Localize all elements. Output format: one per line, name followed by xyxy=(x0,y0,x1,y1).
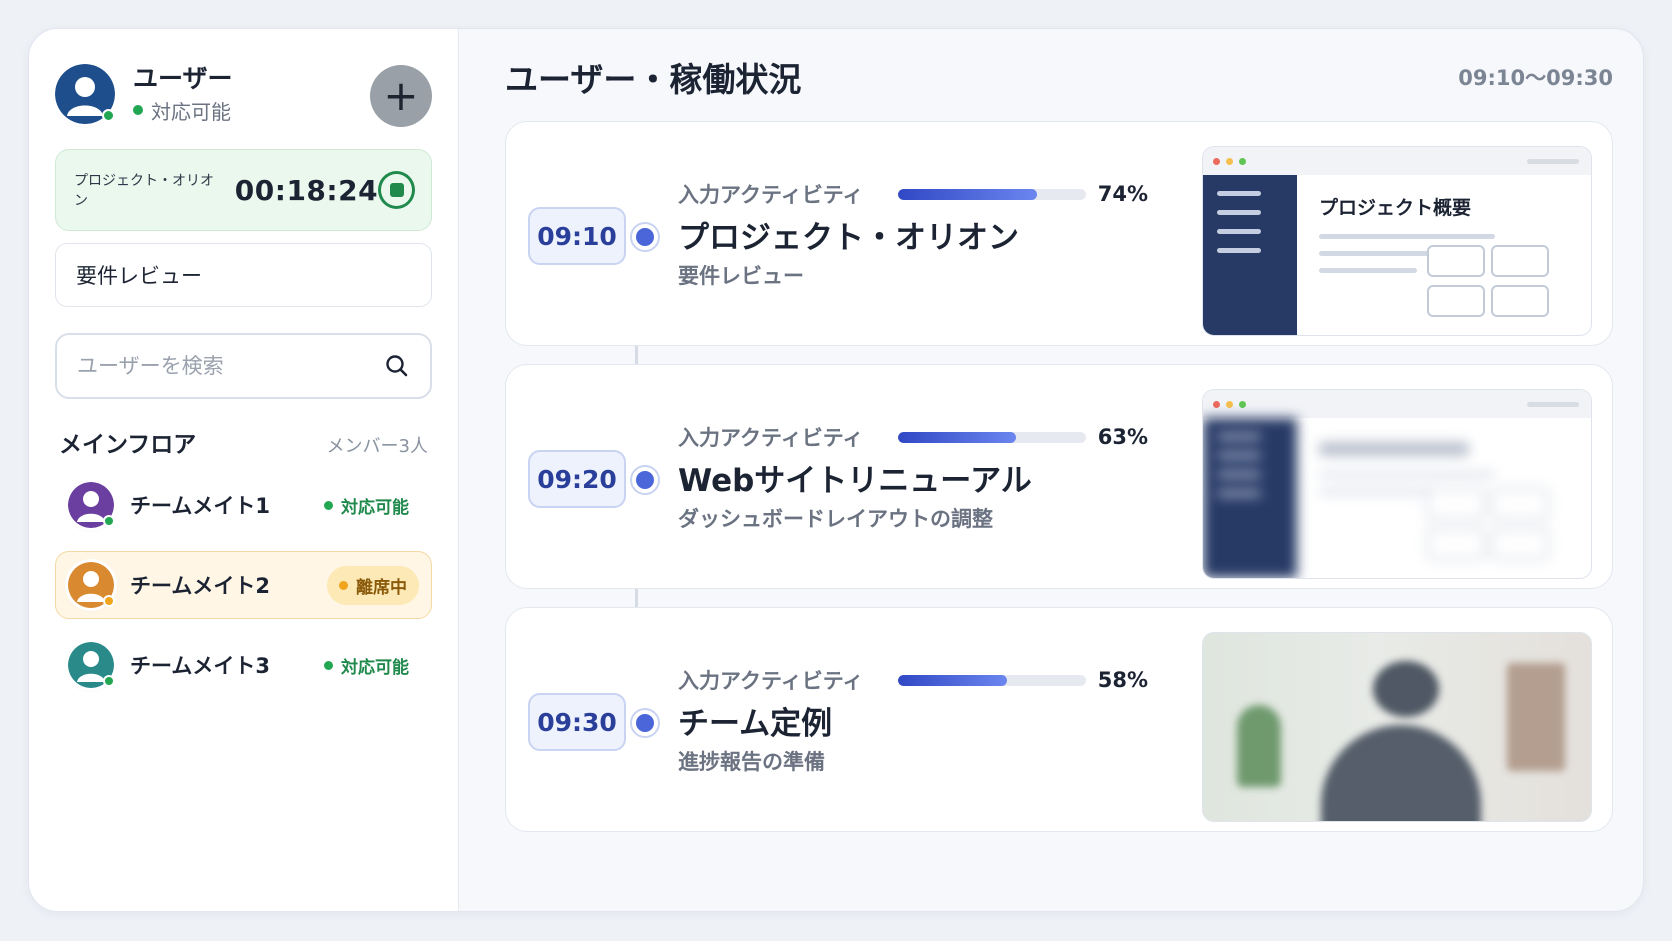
member-status: 対応可能 xyxy=(324,493,409,518)
search-icon[interactable] xyxy=(384,353,410,379)
floor-title: メインフロア xyxy=(59,432,197,458)
member-status: 離席中 xyxy=(327,565,419,605)
thumb-window-bar xyxy=(1203,147,1591,175)
entry-time: 09:20 xyxy=(528,450,626,508)
activity-percent: 58% xyxy=(1097,668,1148,692)
thumb-title: プロジェクト概要 xyxy=(1319,197,1472,219)
entry-details: 入力アクティビティ 63% Webサイトリニューアル ダッシュボードレイアウトの… xyxy=(678,423,1148,533)
timeline-node xyxy=(630,222,660,252)
timer-project: プロジェクト・オリオン xyxy=(74,173,214,209)
member-count: メンバー3人 xyxy=(326,436,428,457)
photo-plant xyxy=(1237,705,1281,787)
presence-dot xyxy=(103,515,115,527)
timer-elapsed: 00:18:24 xyxy=(234,173,379,207)
sidebar: ユーザー 対応可能 + プロジェクト・オリオン 00:18:24 要件レビュー xyxy=(29,29,459,911)
activity-bar-fill xyxy=(897,431,1017,443)
timeline-node xyxy=(630,708,660,738)
stop-icon xyxy=(389,183,404,197)
task-field[interactable]: 要件レビュー xyxy=(55,243,432,307)
timeline-connector xyxy=(635,346,638,366)
member-item[interactable]: チームメイト3 対応可能 xyxy=(55,631,432,699)
presence-dot xyxy=(102,109,115,122)
activity-row: 入力アクティビティ 58% xyxy=(678,666,1148,694)
entry-title: プロジェクト・オリオン xyxy=(678,220,1019,256)
status-dot xyxy=(324,660,333,670)
running-timer: プロジェクト・オリオン 00:18:24 xyxy=(55,149,432,231)
screenshot-thumbnail[interactable]: プロジェクト概要 xyxy=(1202,146,1592,336)
activity-percent: 63% xyxy=(1097,425,1148,449)
entry-time: 09:10 xyxy=(528,207,626,265)
profile-text: ユーザー 対応可能 xyxy=(133,64,233,125)
activity-label: 入力アクティビティ xyxy=(678,669,864,693)
activity-label: 入力アクティビティ xyxy=(678,426,864,450)
activity-bar xyxy=(897,431,1086,443)
activity-bar xyxy=(897,188,1086,200)
entry-title: チーム定例 xyxy=(678,706,833,742)
activity-bar-fill xyxy=(897,188,1037,200)
entry-details: 入力アクティビティ 58% チーム定例 進捗報告の準備 xyxy=(678,666,1148,776)
timeline-card[interactable]: 09:30 入力アクティビティ 58% チーム定例 進捗報告の準備 xyxy=(505,607,1613,832)
presence-dot xyxy=(103,675,115,687)
member-status: 対応可能 xyxy=(324,653,409,678)
activity-row: 入力アクティビティ 63% xyxy=(678,423,1148,451)
activity-bar xyxy=(897,674,1086,686)
user-search xyxy=(55,333,432,399)
user-avatar[interactable] xyxy=(55,64,115,124)
search-input[interactable] xyxy=(77,354,384,378)
status-dot xyxy=(339,580,348,590)
thumb-content: プロジェクト概要 xyxy=(1297,175,1591,335)
member-item[interactable]: チームメイト1 対応可能 xyxy=(55,471,432,539)
status-dot xyxy=(324,500,333,510)
status-dot xyxy=(133,105,143,115)
entry-title: Webサイトリニューアル xyxy=(678,463,1032,499)
main-header: ユーザー・稼働状況 09:10〜09:30 xyxy=(505,57,1613,99)
presence-dot xyxy=(103,595,115,607)
main-panel: ユーザー・稼働状況 09:10〜09:30 09:10 入力アクティビティ 74… xyxy=(459,29,1643,911)
activity-label: 入力アクティビティ xyxy=(678,183,864,207)
timeline-dot xyxy=(636,714,654,732)
thumb-blurred-content xyxy=(1203,418,1591,578)
camera-thumbnail-blurred[interactable] xyxy=(1202,632,1592,822)
app-window: ユーザー 対応可能 + プロジェクト・オリオン 00:18:24 要件レビュー xyxy=(28,28,1644,912)
timeline-connector xyxy=(635,589,638,609)
timeline-node xyxy=(630,465,660,495)
member-status-label: 離席中 xyxy=(356,577,407,598)
time-range: 09:10〜09:30 xyxy=(1458,66,1613,90)
member-status-label: 対応可能 xyxy=(341,657,409,678)
user-profile: ユーザー 対応可能 + xyxy=(55,61,432,127)
entry-time: 09:30 xyxy=(528,693,626,751)
user-name: ユーザー xyxy=(133,63,233,93)
photo-person-head xyxy=(1373,661,1439,717)
activity-row: 入力アクティビティ 74% xyxy=(678,180,1148,208)
member-item[interactable]: チームメイト2 離席中 xyxy=(55,551,432,619)
member-avatar xyxy=(68,562,115,608)
entry-details: 入力アクティビティ 74% プロジェクト・オリオン 要件レビュー xyxy=(678,180,1148,290)
timeline-card[interactable]: 09:20 入力アクティビティ 63% Webサイトリニューアル ダッシュボード… xyxy=(505,364,1613,589)
entry-subtitle: 進捗報告の準備 xyxy=(678,750,825,774)
photo-frame xyxy=(1507,663,1565,771)
member-avatar xyxy=(68,642,115,688)
user-status[interactable]: 対応可能 xyxy=(133,96,233,125)
activity-timeline: 09:10 入力アクティビティ 74% プロジェクト・オリオン 要件レビュー プ… xyxy=(505,121,1613,832)
member-status-label: 対応可能 xyxy=(341,497,409,518)
activity-bar-fill xyxy=(897,674,1007,686)
entry-subtitle: ダッシュボードレイアウトの調整 xyxy=(678,507,993,531)
thumb-sidebar xyxy=(1203,175,1297,335)
stop-timer-button[interactable] xyxy=(378,171,415,209)
timeline-card[interactable]: 09:10 入力アクティビティ 74% プロジェクト・オリオン 要件レビュー プ… xyxy=(505,121,1613,346)
thumb-window-bar xyxy=(1203,390,1591,418)
member-name: チームメイト2 xyxy=(130,574,270,598)
page-title: ユーザー・稼働状況 xyxy=(505,60,802,99)
member-name: チームメイト1 xyxy=(130,494,270,518)
timeline-dot xyxy=(636,471,654,489)
user-status-label: 対応可能 xyxy=(151,99,231,124)
member-avatar xyxy=(68,482,115,528)
activity-percent: 74% xyxy=(1097,182,1148,206)
timeline-dot xyxy=(636,228,654,246)
add-button[interactable]: + xyxy=(370,65,432,127)
member-name: チームメイト3 xyxy=(130,654,270,678)
screenshot-thumbnail-blurred[interactable] xyxy=(1202,389,1592,579)
entry-subtitle: 要件レビュー xyxy=(678,264,804,288)
floor-header: メインフロア メンバー3人 xyxy=(55,425,432,459)
